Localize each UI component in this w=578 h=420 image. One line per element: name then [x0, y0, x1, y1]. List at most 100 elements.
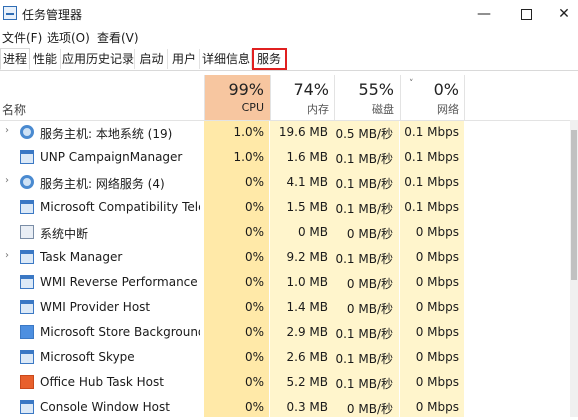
maximize-icon — [520, 8, 532, 20]
minimize-button[interactable]: — — [466, 3, 502, 25]
tab-processes[interactable]: 进程 — [0, 48, 30, 70]
table-row[interactable]: Microsoft Skype 0% 2.6 MB 0.1 MB/秒 0 Mbps — [0, 345, 578, 370]
network-value: 0.1 Mbps — [404, 175, 459, 189]
expand-chevron-icon[interactable]: › — [5, 125, 9, 136]
process-name: WMI Provider Host — [40, 300, 151, 314]
process-name: UNP CampaignManager — [40, 150, 183, 164]
memory-value: 1.4 MB — [286, 300, 328, 314]
table-row[interactable]: Microsoft Compatibility Tele... 0% 1.5 MB 0… — [0, 195, 578, 220]
scroll-thumb[interactable] — [571, 130, 577, 280]
menu-view[interactable]: 查看(V) — [97, 29, 139, 46]
disk-percent: 55% — [358, 80, 394, 99]
table-row[interactable]: WMI Provider Host 0% 1.4 MB 0 MB/秒 0 Mbps — [0, 295, 578, 320]
process-name: Microsoft Store Background... — [40, 325, 200, 339]
close-button[interactable]: ✕ — [546, 3, 578, 25]
process-name-cell: › 服务主机: 网络服务 (4) — [0, 170, 204, 195]
window-icon — [20, 200, 34, 214]
table-row[interactable]: UNP CampaignManager 1.0% 1.6 MB 0.1 MB/秒 0.1… — [0, 145, 578, 170]
network-value: 0 Mbps — [415, 400, 459, 414]
memory-value: 4.1 MB — [286, 175, 328, 189]
process-name-cell: Office Hub Task Host — [0, 370, 204, 395]
column-spacer — [464, 75, 578, 120]
process-name: WMI Reverse Performance A... — [40, 275, 200, 289]
cpu-value: 0% — [244, 175, 264, 189]
memory-value: 1.5 MB — [286, 200, 328, 214]
network-label: 网络 — [437, 103, 459, 116]
tab-performance[interactable]: 性能 — [30, 49, 61, 69]
process-name: 服务主机: 本地系统 (19) — [40, 127, 173, 141]
table-row[interactable]: › 服务主机: 网络服务 (4) 0% 4.1 MB 0.1 MB/秒 0.1 Mbps — [0, 170, 578, 195]
table-row[interactable]: › Task Manager 0% 9.2 MB 0.1 MB/秒 0 Mbps — [0, 245, 578, 270]
column-network[interactable]: ˅ 0% 网络 — [400, 75, 465, 120]
memory-percent: 74% — [293, 80, 329, 99]
table-row[interactable]: Console Window Host 0% 0.3 MB 0 MB/秒 0 Mbps — [0, 395, 578, 420]
cpu-value: 0% — [244, 200, 264, 214]
cpu-value: 0% — [244, 400, 264, 414]
window-icon — [20, 300, 34, 314]
expand-chevron-icon[interactable]: › — [5, 250, 9, 261]
cpu-value: 0% — [244, 225, 264, 239]
process-name-cell: UNP CampaignManager — [0, 145, 204, 170]
tab-users[interactable]: 用户 — [169, 49, 200, 69]
maximize-button[interactable] — [508, 3, 544, 25]
memory-value: 9.2 MB — [286, 250, 328, 264]
store-icon — [20, 325, 34, 339]
cpu-value: 0% — [244, 275, 264, 289]
disk-value: 0.1 MB/秒 — [335, 377, 393, 391]
tab-startup[interactable]: 启动 — [136, 49, 168, 69]
process-name: Task Manager — [40, 250, 123, 264]
table-row[interactable]: WMI Reverse Performance A... 0% 1.0 MB 0 MB… — [0, 270, 578, 295]
table-row[interactable]: Microsoft Store Background... 0% 2.9 MB 0.1… — [0, 320, 578, 345]
cpu-value: 0% — [244, 375, 264, 389]
process-name-cell: Microsoft Compatibility Tele... — [0, 195, 204, 220]
office-icon — [20, 375, 34, 389]
menu-options[interactable]: 选项(O) — [47, 29, 90, 46]
cpu-value: 0% — [244, 250, 264, 264]
column-disk[interactable]: 55% 磁盘 — [334, 75, 400, 120]
gear-icon — [20, 125, 34, 139]
disk-value: 0.1 MB/秒 — [335, 327, 393, 341]
disk-value: 0.5 MB/秒 — [335, 127, 393, 141]
process-name-cell: › Task Manager — [0, 245, 204, 270]
menu-bar: 文件(F) 选项(O) 查看(V) — [0, 27, 578, 45]
system-icon — [20, 225, 34, 239]
network-value: 0 Mbps — [415, 325, 459, 339]
tab-strip: 进程 性能 应用历史记录 启动 用户 详细信息 服务 — [0, 46, 578, 71]
process-name-cell: WMI Reverse Performance A... — [0, 270, 204, 295]
cpu-value: 1.0% — [233, 125, 265, 139]
title-bar: 任务管理器 — ✕ — [0, 0, 578, 28]
table-row[interactable]: 系统中断 0% 0 MB 0 MB/秒 0 Mbps — [0, 220, 578, 245]
memory-value: 2.9 MB — [286, 325, 328, 339]
tab-services[interactable]: 服务 — [252, 48, 287, 70]
network-percent: 0% — [433, 80, 459, 99]
column-name[interactable]: 名称 — [2, 101, 26, 118]
process-name: 系统中断 — [40, 227, 89, 241]
window-icon — [20, 400, 34, 414]
expand-chevron-icon[interactable]: › — [5, 175, 9, 186]
window-icon — [20, 150, 34, 164]
memory-value: 19.6 MB — [278, 125, 328, 139]
disk-value: 0.1 MB/秒 — [335, 252, 393, 266]
process-name-cell: Console Window Host — [0, 395, 204, 420]
tab-details[interactable]: 详细信息 — [201, 49, 252, 69]
tab-app-history[interactable]: 应用历史记录 — [62, 49, 135, 69]
menu-file[interactable]: 文件(F) — [2, 29, 42, 46]
cpu-percent: 99% — [228, 80, 264, 99]
process-name-cell: 系统中断 — [0, 220, 204, 245]
column-header: 名称 99% CPU 74% 内存 55% 磁盘 ˅ 0% 网络 — [0, 75, 578, 121]
process-name: Console Window Host — [40, 400, 170, 414]
column-cpu[interactable]: 99% CPU — [204, 75, 270, 120]
memory-value: 0 MB — [297, 225, 328, 239]
sort-arrow-icon: ˅ — [409, 79, 414, 89]
table-row[interactable]: Office Hub Task Host 0% 5.2 MB 0.1 MB/秒 0 Mb… — [0, 370, 578, 395]
window-icon — [20, 350, 34, 364]
network-value: 0 Mbps — [415, 275, 459, 289]
memory-label: 内存 — [307, 103, 329, 116]
process-name: Office Hub Task Host — [40, 375, 164, 389]
vertical-scrollbar[interactable] — [570, 120, 578, 417]
memory-value: 0.3 MB — [286, 400, 328, 414]
table-row[interactable]: › 服务主机: 本地系统 (19) 1.0% 19.6 MB 0.5 MB/秒 0.1 M… — [0, 120, 578, 145]
column-memory[interactable]: 74% 内存 — [270, 75, 335, 120]
cpu-value: 0% — [244, 300, 264, 314]
disk-value: 0 MB/秒 — [346, 302, 393, 316]
